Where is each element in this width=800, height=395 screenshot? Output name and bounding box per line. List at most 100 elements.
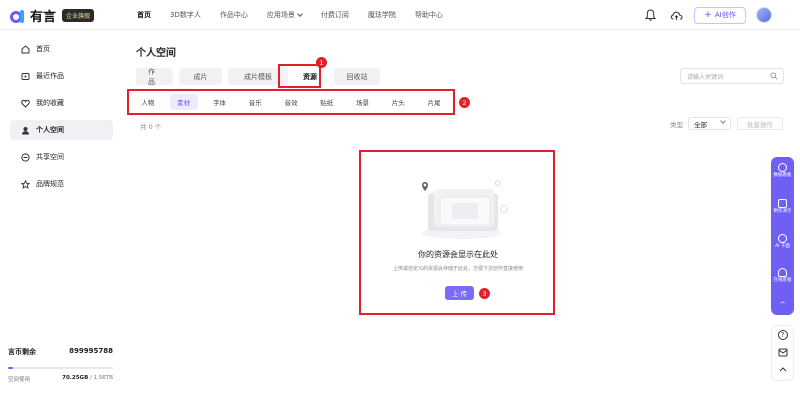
ai-create-label: AI创作 (714, 11, 736, 19)
sidebar-item-shared-space[interactable]: 共享空间 (10, 147, 113, 167)
demo-button[interactable]: 制作演示 (771, 199, 794, 215)
sidebar-item-label: 最近作品 (36, 72, 64, 80)
empty-folder-illustration (422, 180, 508, 239)
floating-help-panel: ? (771, 325, 794, 381)
subtab-sound-effects[interactable]: 音效 (273, 97, 309, 107)
filter-bar: 类型 全部 批量操作 (670, 117, 783, 130)
recent-icon (21, 72, 30, 80)
empty-state: 你的资源会显示在此处 上传或自定义的资源会存储于此处，方便下次创作直接使用 上 … (362, 151, 554, 314)
ai-create-button[interactable]: + AI创作 (694, 6, 746, 24)
logo-icon (10, 8, 26, 24)
tab-works[interactable]: 作品 (136, 68, 173, 86)
sidebar-item-personal-space[interactable]: 个人空间 (10, 120, 113, 140)
main-nav: 首页 3D数字人 作品中心 应用场景 付费订阅 魔珐学院 帮助中心 (137, 0, 462, 30)
nav-scenarios-label: 应用场景 (266, 11, 295, 19)
float-label: 在线客服 (773, 278, 792, 283)
dashboard-icon (778, 163, 787, 172)
empty-title: 你的资源会显示在此处 (418, 250, 498, 259)
float-label: 制作演示 (773, 209, 792, 214)
coins-value: 899995788 (69, 347, 113, 355)
mail-icon (778, 348, 787, 357)
nav-works-center[interactable]: 作品中心 (220, 10, 248, 20)
storage-progress-bar (8, 367, 113, 369)
collapse-up-icon[interactable]: ^ (771, 301, 794, 309)
quota-panel: 言币剩余 899995788 空间使用 70.25GB / 1.56TB (8, 347, 113, 383)
main-tabs: 作品 成片 成片模板 资源 回收站 (136, 68, 386, 86)
tab-finished-videos[interactable]: 成片 (179, 68, 222, 85)
sidebar-item-favorites[interactable]: 我的收藏 (10, 93, 113, 113)
avatar[interactable] (756, 7, 772, 23)
logo[interactable]: 有言 企业旗舰 (10, 6, 95, 25)
nav-subscription[interactable]: 付费订阅 (321, 10, 349, 20)
subtab-scenes[interactable]: 场景 (345, 97, 381, 107)
chevron-up-icon (779, 367, 786, 372)
highlight-box-1 (278, 64, 321, 88)
ai-face-icon (778, 234, 787, 243)
step-marker-1: 1 (316, 57, 327, 68)
empty-description: 上传或自定义的资源会存储于此处，方便下次创作直接使用 (392, 266, 523, 272)
star-icon (21, 179, 30, 189)
subtab-stickers[interactable]: 贴纸 (309, 97, 345, 107)
type-label: 类型 (670, 120, 683, 129)
step-marker-2: 2 (459, 97, 470, 108)
share-icon (21, 152, 30, 162)
batch-operation-button[interactable]: 批量操作 (737, 117, 783, 130)
message-button[interactable] (772, 348, 793, 359)
plus-icon: + (704, 10, 712, 20)
nav-scenarios[interactable]: 应用场景 (266, 10, 303, 20)
nav-academy[interactable]: 魔珐学院 (368, 10, 396, 20)
coins-row: 言币剩余 899995788 (8, 347, 113, 357)
nav-home[interactable]: 首页 (137, 10, 151, 20)
nav-help-center[interactable]: 帮助中心 (415, 10, 443, 20)
logo-text: 有言 (30, 10, 57, 25)
heart-icon (21, 99, 30, 108)
sidebar-item-home[interactable]: 首页 (10, 39, 113, 59)
type-select[interactable]: 全部 (688, 117, 731, 130)
float-label: 数据看板 (773, 173, 792, 178)
type-select-value: 全部 (694, 120, 707, 129)
sidebar-item-label: 品牌规范 (36, 180, 64, 188)
user-icon (22, 126, 29, 134)
storage-row: 空间使用 70.25GB / 1.56TB (8, 375, 113, 383)
subtab-fonts[interactable]: 字体 (202, 97, 238, 107)
subtab-characters[interactable]: 人物 (130, 97, 166, 107)
chevron-down-icon (720, 118, 726, 124)
app-root: 有言 企业旗舰 首页 3D数字人 作品中心 应用场景 付费订阅 魔珐学院 帮助中… (0, 0, 800, 395)
storage-used: 70.25GB (62, 375, 89, 381)
scroll-top-button[interactable] (772, 365, 793, 375)
customer-service-button[interactable]: 在线客服 (771, 268, 794, 284)
coins-label: 言币剩余 (8, 348, 36, 356)
cloud-upload-icon[interactable] (668, 7, 684, 23)
subtab-materials[interactable]: 素材 (169, 94, 198, 110)
step-marker-3: 3 (479, 288, 490, 299)
subtab-intro[interactable]: 片头 (380, 97, 416, 107)
search-icon (770, 72, 778, 80)
sidebar-item-label: 我的收藏 (36, 99, 64, 107)
bell-icon[interactable] (642, 7, 658, 23)
storage-label: 空间使用 (8, 377, 31, 383)
sidebar-item-label: 首页 (36, 45, 50, 53)
subtab-music[interactable]: 音乐 (237, 97, 273, 107)
search-input[interactable]: 请输入关键词 (680, 68, 784, 84)
sidebar-item-label: 共享空间 (36, 153, 64, 161)
chevron-down-icon (297, 11, 303, 17)
sidebar: 首页 最近作品 我的收藏 个人空间 共享空间 品牌规范 言币剩余 8999957… (0, 31, 120, 395)
sidebar-item-brand-guidelines[interactable]: 品牌规范 (10, 174, 113, 194)
sidebar-item-recent[interactable]: 最近作品 (10, 66, 113, 86)
storage-total: / 1.56TB (90, 375, 113, 381)
help-button[interactable]: ? (772, 330, 793, 340)
nav-3d-avatar[interactable]: 3D数字人 (170, 10, 201, 20)
storage-usage: 70.25GB / 1.56TB (62, 375, 113, 383)
top-bar: 有言 企业旗舰 首页 3D数字人 作品中心 应用场景 付费订阅 魔珐学院 帮助中… (0, 0, 800, 30)
upload-button[interactable]: 上 传 (445, 286, 474, 300)
resource-subtabs: 人物 素材 字体 音乐 音效 贴纸 场景 片头 片尾 (130, 93, 452, 111)
header-actions: + AI创作 (642, 5, 772, 25)
ai-faces-button[interactable]: AI 千面 (771, 234, 794, 250)
search-placeholder: 请输入关键词 (687, 73, 724, 81)
help-icon: ? (777, 330, 788, 340)
data-dashboard-button[interactable]: 数据看板 (771, 163, 794, 179)
tab-recycle-bin[interactable]: 回收站 (334, 68, 380, 85)
monitor-icon (778, 199, 787, 208)
subtab-outro[interactable]: 片尾 (416, 97, 452, 107)
home-icon (21, 44, 30, 53)
